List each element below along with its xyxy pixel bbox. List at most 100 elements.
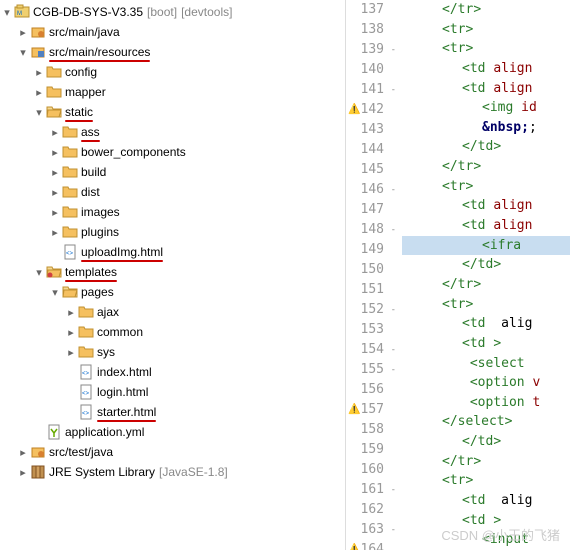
- expand-arrow[interactable]: ▾: [0, 5, 14, 19]
- gutter-line[interactable]: 160: [346, 460, 396, 480]
- tree-item-jre[interactable]: ▸ JRE System Library [JavaSE-1.8]: [0, 462, 345, 482]
- gutter-line[interactable]: 152-: [346, 300, 396, 320]
- fold-icon[interactable]: -: [387, 40, 396, 60]
- code-line[interactable]: </td>: [402, 137, 570, 157]
- code-line[interactable]: <td alig: [402, 491, 570, 511]
- gutter-line[interactable]: 138: [346, 20, 396, 40]
- expand-arrow[interactable]: ▸: [48, 165, 62, 179]
- code-line[interactable]: <td align: [402, 79, 570, 99]
- fold-icon[interactable]: -: [387, 520, 396, 540]
- gutter-line[interactable]: ⚠️157: [346, 400, 396, 420]
- gutter-line[interactable]: 143: [346, 120, 396, 140]
- code-line[interactable]: <td align: [402, 216, 570, 236]
- tree-item-dist[interactable]: ▸ dist: [0, 182, 345, 202]
- tree-item-mapper[interactable]: ▸ mapper: [0, 82, 345, 102]
- project-explorer[interactable]: ▾ M CGB-DB-SYS-V3.35 [boot] [devtools] ▸…: [0, 0, 345, 550]
- code-line[interactable]: <ifra: [402, 236, 570, 256]
- gutter-line[interactable]: 155-: [346, 360, 396, 380]
- tree-item-appyml[interactable]: application.yml: [0, 422, 345, 442]
- gutter-line[interactable]: 147: [346, 200, 396, 220]
- tree-item-build[interactable]: ▸ build: [0, 162, 345, 182]
- gutter-line[interactable]: 162: [346, 500, 396, 520]
- expand-arrow[interactable]: ▸: [48, 185, 62, 199]
- gutter-line[interactable]: 149: [346, 240, 396, 260]
- tree-item-common[interactable]: ▸ common: [0, 322, 345, 342]
- fold-icon[interactable]: -: [387, 80, 396, 100]
- tree-item-uploadimg[interactable]: <> uploadImg.html: [0, 242, 345, 262]
- gutter-line[interactable]: 144: [346, 140, 396, 160]
- code-line[interactable]: <td alig: [402, 314, 570, 334]
- expand-arrow[interactable]: ▸: [64, 305, 78, 319]
- code-line[interactable]: <tr>: [402, 471, 570, 491]
- fold-icon[interactable]: -: [387, 340, 396, 360]
- fold-icon[interactable]: -: [387, 480, 396, 500]
- tree-item-templates[interactable]: ▾ templates: [0, 262, 345, 282]
- code-line[interactable]: <td >: [402, 334, 570, 354]
- fold-icon[interactable]: -: [387, 300, 396, 320]
- expand-arrow[interactable]: ▸: [16, 445, 30, 459]
- fold-icon[interactable]: -: [387, 220, 396, 240]
- code-line[interactable]: <tr>: [402, 20, 570, 40]
- code-line[interactable]: <option v: [402, 373, 570, 393]
- tree-item-ajax[interactable]: ▸ ajax: [0, 302, 345, 322]
- code-line[interactable]: </select>: [402, 412, 570, 432]
- gutter-line[interactable]: 153: [346, 320, 396, 340]
- gutter-line[interactable]: ⚠️142: [346, 100, 396, 120]
- code-line[interactable]: <option t: [402, 393, 570, 413]
- expand-arrow[interactable]: ▸: [64, 325, 78, 339]
- expand-arrow[interactable]: ▸: [48, 145, 62, 159]
- gutter-line[interactable]: 158: [346, 420, 396, 440]
- gutter-line[interactable]: 161-: [346, 480, 396, 500]
- tree-item-plugins[interactable]: ▸ plugins: [0, 222, 345, 242]
- code-line[interactable]: <input: [402, 530, 570, 550]
- expand-arrow[interactable]: ▾: [16, 45, 30, 59]
- code-area[interactable]: </tr><tr><tr><td align<td align<img id&n…: [402, 0, 570, 550]
- code-line[interactable]: <td align: [402, 196, 570, 216]
- gutter-line[interactable]: 140: [346, 60, 396, 80]
- code-line[interactable]: <td align: [402, 59, 570, 79]
- expand-arrow[interactable]: ▸: [16, 465, 30, 479]
- gutter-line[interactable]: 154-: [346, 340, 396, 360]
- expand-arrow[interactable]: ▸: [48, 205, 62, 219]
- tree-item-bower[interactable]: ▸ bower_components: [0, 142, 345, 162]
- expand-arrow[interactable]: ▸: [32, 85, 46, 99]
- tree-item-images[interactable]: ▸ images: [0, 202, 345, 222]
- tree-item-src-test-java[interactable]: ▸ src/test/java: [0, 442, 345, 462]
- gutter-line[interactable]: 148-: [346, 220, 396, 240]
- expand-arrow[interactable]: ▸: [32, 65, 46, 79]
- code-line[interactable]: &nbsp;;: [402, 118, 570, 138]
- gutter-line[interactable]: 150: [346, 260, 396, 280]
- gutter-line[interactable]: ⚠️164: [346, 540, 396, 550]
- code-line[interactable]: <tr>: [402, 295, 570, 315]
- tree-item-login[interactable]: <> login.html: [0, 382, 345, 402]
- expand-arrow[interactable]: ▸: [16, 25, 30, 39]
- code-line[interactable]: </tr>: [402, 275, 570, 295]
- code-line[interactable]: <td >: [402, 511, 570, 531]
- expand-arrow[interactable]: ▸: [64, 345, 78, 359]
- code-line[interactable]: </tr>: [402, 452, 570, 472]
- code-line[interactable]: <tr>: [402, 177, 570, 197]
- code-line[interactable]: </td>: [402, 432, 570, 452]
- gutter-line[interactable]: 139-: [346, 40, 396, 60]
- tree-item-pages[interactable]: ▾ pages: [0, 282, 345, 302]
- gutter-line[interactable]: 163-: [346, 520, 396, 540]
- code-line[interactable]: <img id: [402, 98, 570, 118]
- gutter-line[interactable]: 146-: [346, 180, 396, 200]
- gutter-line[interactable]: 156: [346, 380, 396, 400]
- tree-item-config[interactable]: ▸ config: [0, 62, 345, 82]
- line-gutter[interactable]: 137138139-140141-⚠️142143144145146-14714…: [346, 0, 402, 550]
- fold-icon[interactable]: -: [387, 360, 396, 380]
- code-line[interactable]: <select: [402, 354, 570, 374]
- gutter-line[interactable]: 141-: [346, 80, 396, 100]
- tree-item-starter[interactable]: <> starter.html: [0, 402, 345, 422]
- code-line[interactable]: </tr>: [402, 0, 570, 20]
- code-line[interactable]: <tr>: [402, 39, 570, 59]
- tree-item-src-main-java[interactable]: ▸ src/main/java: [0, 22, 345, 42]
- gutter-line[interactable]: 145: [346, 160, 396, 180]
- fold-icon[interactable]: -: [387, 180, 396, 200]
- tree-item-index[interactable]: <> index.html: [0, 362, 345, 382]
- code-editor[interactable]: 137138139-140141-⚠️142143144145146-14714…: [345, 0, 570, 550]
- tree-item-ass[interactable]: ▸ ass: [0, 122, 345, 142]
- gutter-line[interactable]: 159: [346, 440, 396, 460]
- code-line[interactable]: </td>: [402, 255, 570, 275]
